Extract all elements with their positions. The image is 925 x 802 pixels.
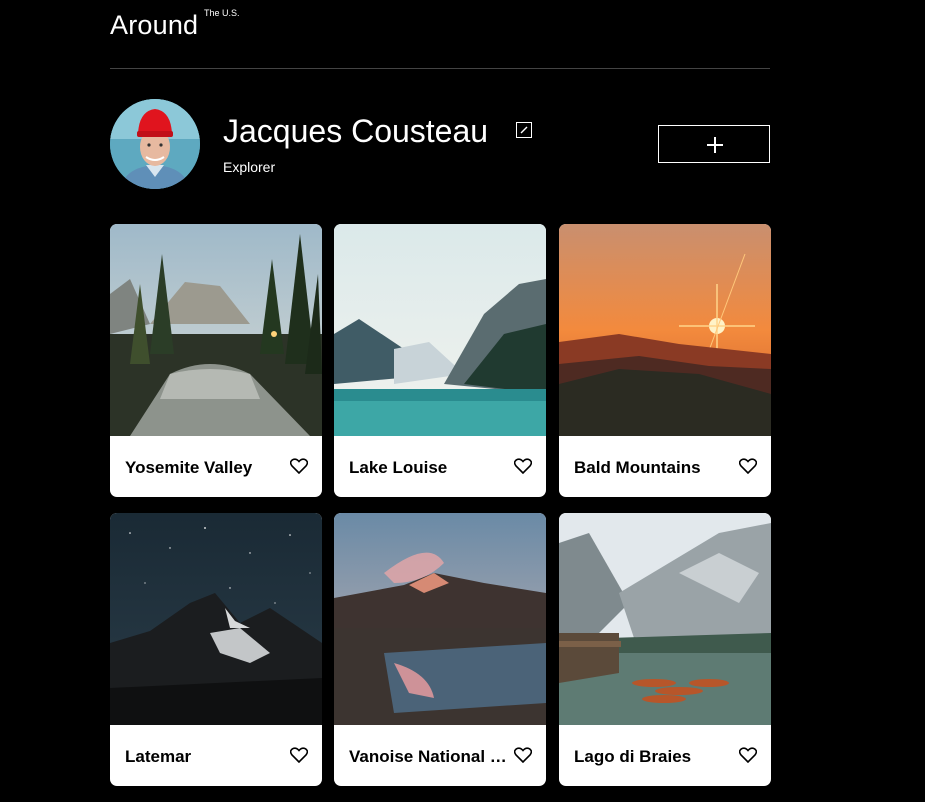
place-title: Yosemite Valley [125,458,253,477]
place-title: Vanoise National Park [349,747,509,766]
add-place-button[interactable] [658,125,770,163]
logo-superscript: The U.S. [204,8,240,18]
dusk-lake-image [334,513,546,725]
heart-outline-icon[interactable] [514,458,532,474]
sunset-mountains-image [559,224,771,436]
place-image[interactable] [110,513,322,725]
place-title: Bald Mountains [574,458,701,477]
heart-outline-icon[interactable] [290,747,308,763]
place-card: Bald Mountains [559,224,771,497]
header-divider [110,68,770,69]
avatar[interactable] [110,99,200,189]
heart-outline-icon[interactable] [739,747,757,763]
place-title: Latemar [125,747,192,766]
place-title: Lago di Braies [574,747,692,766]
turquoise-lake-image [334,224,546,436]
edit-profile-button[interactable] [516,122,532,138]
place-image[interactable] [334,224,546,436]
place-image[interactable] [334,513,546,725]
heart-outline-icon[interactable] [514,747,532,763]
profile-about: Explorer [223,159,276,175]
place-image[interactable] [559,224,771,436]
heart-outline-icon[interactable] [739,458,757,474]
logo: Around The U.S. [110,8,240,44]
forest-valley-image [110,224,322,436]
logo-text: Around [110,10,199,40]
profile-name: Jacques Cousteau [223,113,489,149]
place-title: Lake Louise [349,458,448,477]
place-card: Yosemite Valley [110,224,322,497]
place-image[interactable] [559,513,771,725]
avatar-portrait-icon [110,99,200,189]
alpine-lake-boats-image [559,513,771,725]
starry-night-image [110,513,322,725]
place-card: Vanoise National Park [334,513,546,786]
place-image[interactable] [110,224,322,436]
place-card: Lake Louise [334,224,546,497]
heart-outline-icon[interactable] [290,458,308,474]
plus-icon [707,137,723,153]
place-card: Lago di Braies [559,513,771,786]
pencil-icon [520,126,528,134]
place-card: Latemar [110,513,322,786]
